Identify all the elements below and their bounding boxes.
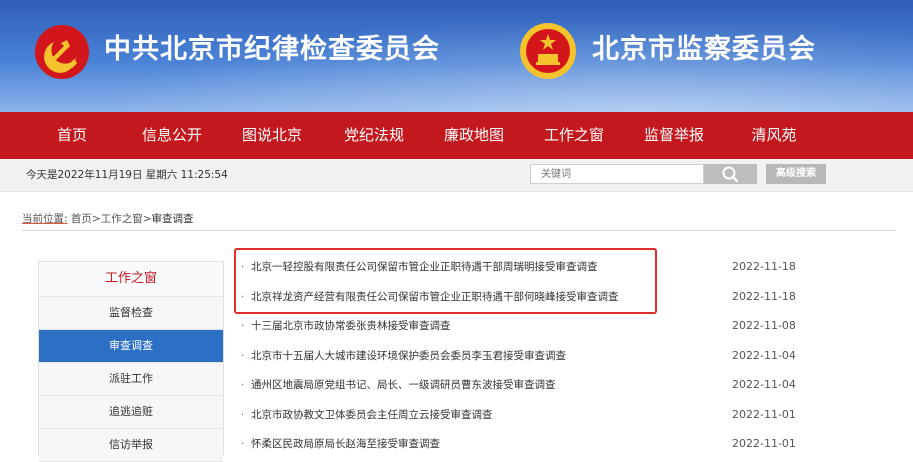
article-link[interactable]: 怀柔区民政局原局长赵海至接受审查调查 bbox=[251, 431, 440, 457]
nav-item-pictures[interactable]: 图说北京 bbox=[232, 112, 312, 159]
nav-item-regulations[interactable]: 党纪法规 bbox=[334, 112, 414, 159]
nav-item-info[interactable]: 信息公开 bbox=[132, 112, 212, 159]
supervision-title: 北京市监察委员会 bbox=[592, 34, 816, 65]
info-bar: 今天是2022年11月19日 星期六 11:25:54 高级搜索 bbox=[0, 159, 913, 192]
sidebar-item-petition[interactable]: 信访举报 bbox=[39, 429, 223, 462]
article-list: · 北京一轻控股有限责任公司保留市管企业正职待遇干部周瑞明接受审查调查 2022… bbox=[234, 254, 814, 461]
sidebar-heading: 工作之窗 bbox=[39, 262, 223, 297]
article-date: 2022-11-08 bbox=[732, 319, 796, 332]
article-date: 2022-11-04 bbox=[732, 378, 796, 391]
main-nav: 首页 信息公开 图说北京 党纪法规 廉政地图 工作之窗 监督举报 清风苑 bbox=[0, 112, 913, 159]
list-item: · 北京市政协教文卫体委员会主任周立云接受审查调查 2022-11-01 bbox=[234, 402, 814, 432]
article-link[interactable]: 十三届北京市政协常委张贵林接受审查调查 bbox=[251, 313, 451, 339]
breadcrumb-home[interactable]: 首页 bbox=[71, 213, 92, 225]
breadcrumb-separator: > bbox=[91, 213, 101, 225]
list-item: · 通州区地震局原党组书记、局长、一级调研员曹东波接受审查调查 2022-11-… bbox=[234, 372, 814, 402]
bullet-icon: · bbox=[241, 262, 245, 273]
article-link[interactable]: 北京祥龙资产经营有限责任公司保留市管企业正职待遇干部何晓峰接受审查调查 bbox=[251, 284, 619, 310]
breadcrumb-work-window[interactable]: 工作之窗 bbox=[101, 213, 143, 225]
nav-item-work-window[interactable]: 工作之窗 bbox=[534, 112, 614, 159]
article-date: 2022-11-18 bbox=[732, 289, 796, 303]
article-date: 2022-11-04 bbox=[732, 348, 796, 362]
bullet-icon: · bbox=[241, 439, 245, 450]
party-emblem-icon bbox=[35, 25, 89, 79]
nav-item-qingfeng[interactable]: 清风苑 bbox=[736, 112, 812, 159]
national-emblem-icon bbox=[520, 23, 576, 79]
current-date: 今天是2022年11月19日 星期六 11:25:54 bbox=[26, 169, 228, 181]
commission-title: 中共北京市纪律检查委员会 bbox=[104, 34, 440, 65]
nav-item-report[interactable]: 监督举报 bbox=[634, 112, 714, 159]
bullet-icon: · bbox=[241, 409, 245, 421]
list-item: · 北京市十五届人大城市建设环境保护委员会委员李玉君接受审查调查 2022-11… bbox=[234, 343, 814, 373]
article-link[interactable]: 北京市政协教文卫体委员会主任周立云接受审查调查 bbox=[251, 402, 493, 428]
bullet-icon: · bbox=[241, 291, 245, 303]
bullet-icon: · bbox=[241, 350, 245, 362]
sidebar-item-stationed[interactable]: 派驻工作 bbox=[39, 363, 223, 396]
article-date: 2022-11-01 bbox=[732, 437, 796, 450]
article-date: 2022-11-18 bbox=[732, 260, 796, 273]
search-icon bbox=[722, 166, 739, 183]
breadcrumb-separator: > bbox=[142, 213, 152, 225]
breadcrumb-current: 审查调查 bbox=[151, 213, 194, 225]
bullet-icon: · bbox=[241, 380, 245, 391]
sidebar: 工作之窗 监督检查 审查调查 派驻工作 追逃追赃 信访举报 bbox=[38, 261, 224, 462]
site-header: 中共北京市纪律检查委员会 北京市监察委员会 bbox=[0, 0, 913, 112]
article-link[interactable]: 北京一轻控股有限责任公司保留市管企业正职待遇干部周瑞明接受审查调查 bbox=[251, 254, 598, 280]
sidebar-item-pursuit[interactable]: 追逃追赃 bbox=[39, 396, 223, 429]
article-link[interactable]: 通州区地震局原党组书记、局长、一级调研员曹东波接受审查调查 bbox=[251, 372, 556, 398]
article-link[interactable]: 北京市十五届人大城市建设环境保护委员会委员李玉君接受审查调查 bbox=[251, 343, 566, 369]
search-button[interactable] bbox=[704, 164, 757, 184]
breadcrumb-label: 当前位置: bbox=[22, 213, 68, 225]
list-item: · 北京祥龙资产经营有限责任公司保留市管企业正职待遇干部何晓峰接受审查调查 20… bbox=[234, 284, 814, 314]
sidebar-item-supervision[interactable]: 监督检查 bbox=[39, 297, 223, 330]
article-date: 2022-11-01 bbox=[732, 407, 796, 421]
advanced-search-button[interactable]: 高级搜索 bbox=[766, 164, 826, 184]
list-item: · 十三届北京市政协常委张贵林接受审查调查 2022-11-08 bbox=[234, 313, 814, 343]
list-item: · 北京一轻控股有限责任公司保留市管企业正职待遇干部周瑞明接受审查调查 2022… bbox=[234, 254, 814, 284]
sidebar-item-investigation[interactable]: 审查调查 bbox=[39, 330, 223, 363]
nav-item-map[interactable]: 廉政地图 bbox=[434, 112, 514, 159]
breadcrumb: 当前位置: 首页>工作之窗>审查调查 bbox=[22, 208, 895, 231]
bullet-icon: · bbox=[241, 321, 245, 332]
list-item: · 怀柔区民政局原局长赵海至接受审查调查 2022-11-01 bbox=[234, 431, 814, 461]
nav-item-home[interactable]: 首页 bbox=[40, 112, 104, 159]
search-input[interactable] bbox=[530, 164, 704, 184]
